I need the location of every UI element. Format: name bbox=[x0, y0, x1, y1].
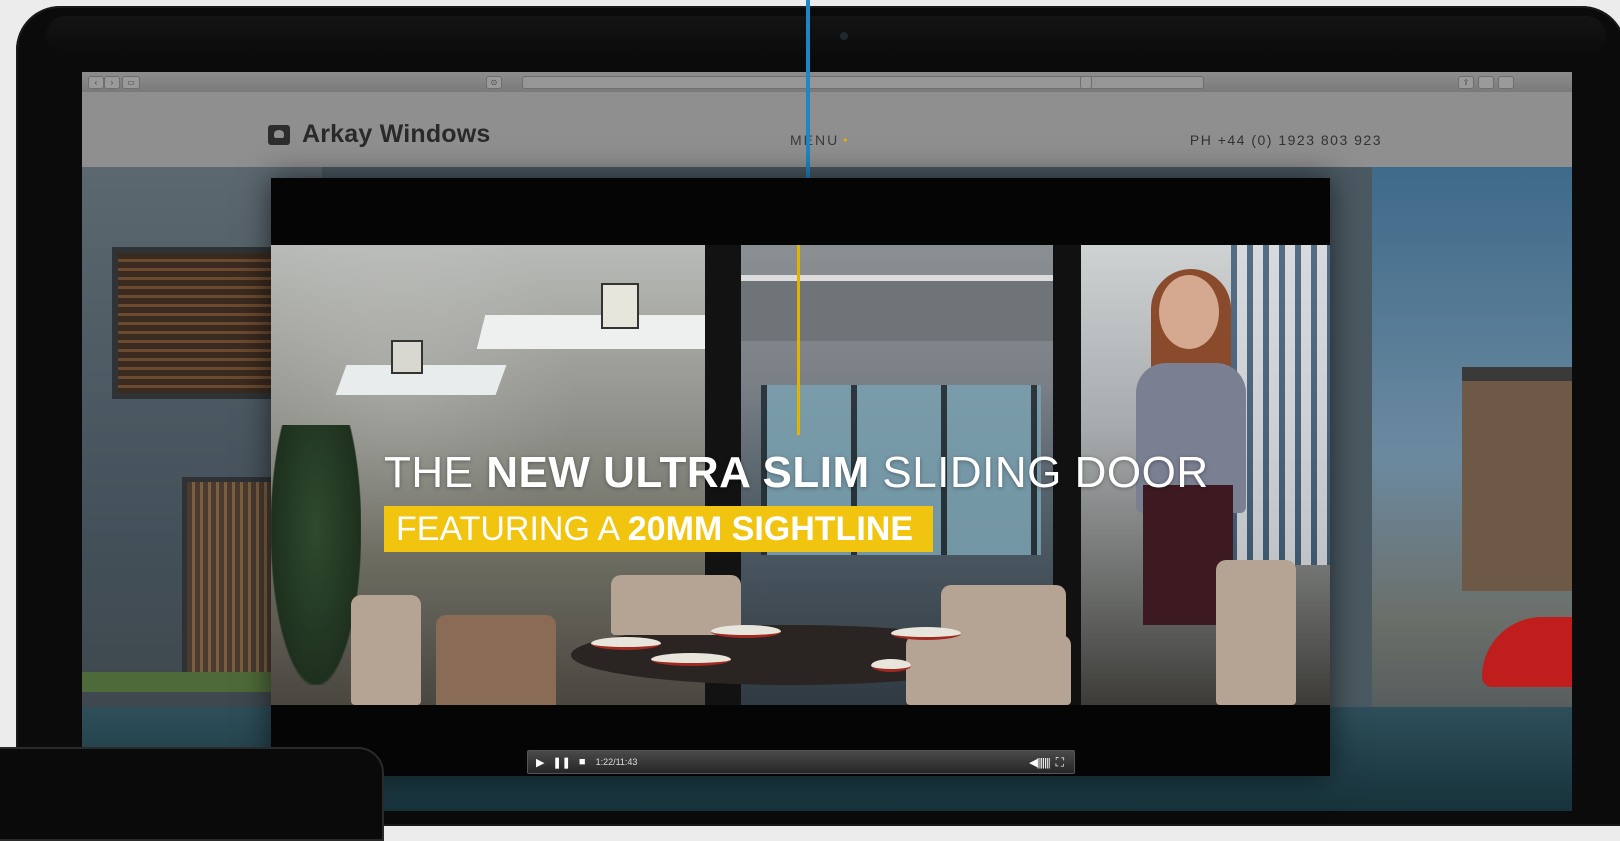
bezel-highlight bbox=[46, 16, 1606, 56]
forward-icon[interactable]: › bbox=[104, 76, 120, 89]
building-window-bottom bbox=[182, 477, 282, 677]
street-lamp-2 bbox=[601, 283, 639, 329]
reload-icon[interactable] bbox=[1080, 76, 1092, 89]
chair bbox=[351, 595, 421, 705]
logo-text: Arkay Windows bbox=[302, 120, 491, 148]
menu-label: MENU bbox=[790, 132, 840, 148]
site-header: Arkay Windows MENU • PH +44 (0) 1923 803… bbox=[82, 92, 1572, 167]
sidebar-icon[interactable]: ▭ bbox=[122, 76, 140, 89]
plate bbox=[871, 659, 911, 672]
yellow-marker-line bbox=[797, 245, 800, 435]
video-time: 1:22/11:43 bbox=[595, 757, 638, 767]
plate bbox=[891, 627, 961, 640]
slide-image bbox=[1482, 617, 1572, 687]
address-bar[interactable] bbox=[522, 76, 1204, 89]
building-window-top bbox=[112, 247, 284, 399]
play-icon[interactable]: ▶ bbox=[536, 756, 544, 769]
menu-dot-icon: • bbox=[843, 133, 850, 147]
plate bbox=[591, 637, 661, 650]
snowy-roof-2 bbox=[476, 315, 716, 349]
secondary-device-frame bbox=[0, 747, 384, 841]
menu-button[interactable]: MENU • bbox=[790, 132, 849, 148]
house-image bbox=[1462, 367, 1572, 591]
share-icon[interactable]: ⇪ bbox=[1458, 76, 1474, 89]
person-head bbox=[1159, 275, 1219, 349]
tabs-icon[interactable] bbox=[1478, 76, 1494, 89]
chair bbox=[1216, 560, 1296, 705]
street-lamp-1 bbox=[391, 340, 423, 374]
browser-toolbar: ‹ › ▭ ⊙ ⇪ bbox=[82, 72, 1572, 93]
lawn-strip bbox=[82, 672, 272, 692]
video-headline: THE NEW ULTRA SLIM SLIDING DOOR bbox=[384, 448, 1209, 497]
new-tab-icon[interactable] bbox=[1498, 76, 1514, 89]
reader-icon[interactable]: ⊙ bbox=[486, 76, 502, 89]
site-logo[interactable]: Arkay Windows bbox=[268, 120, 491, 149]
pause-icon[interactable]: ❚❚ bbox=[552, 756, 570, 769]
phone-number[interactable]: PH +44 (0) 1923 803 923 bbox=[1190, 132, 1382, 148]
volume-icon[interactable]: ◀||||||| bbox=[1029, 756, 1050, 769]
building-roof bbox=[741, 275, 1053, 341]
video-subline-badge: FEATURING A 20MM SIGHTLINE bbox=[384, 506, 933, 552]
tree-image bbox=[271, 425, 361, 685]
plate bbox=[651, 653, 731, 666]
stop-icon[interactable]: ■ bbox=[579, 756, 586, 768]
camera-dot bbox=[840, 32, 848, 40]
chair bbox=[436, 615, 556, 705]
cable-line bbox=[806, 0, 810, 182]
video-player[interactable]: THE NEW ULTRA SLIM SLIDING DOOR FEATURIN… bbox=[271, 178, 1330, 776]
plate bbox=[711, 625, 781, 638]
logo-icon bbox=[268, 124, 290, 145]
fullscreen-icon[interactable]: ⛶ bbox=[1056, 755, 1064, 770]
back-icon[interactable]: ‹ bbox=[88, 76, 104, 89]
chair bbox=[906, 635, 1071, 705]
video-controls: ▶ ❚❚ ■ 1:22/11:43 ◀||||||| ⛶ bbox=[527, 750, 1075, 774]
